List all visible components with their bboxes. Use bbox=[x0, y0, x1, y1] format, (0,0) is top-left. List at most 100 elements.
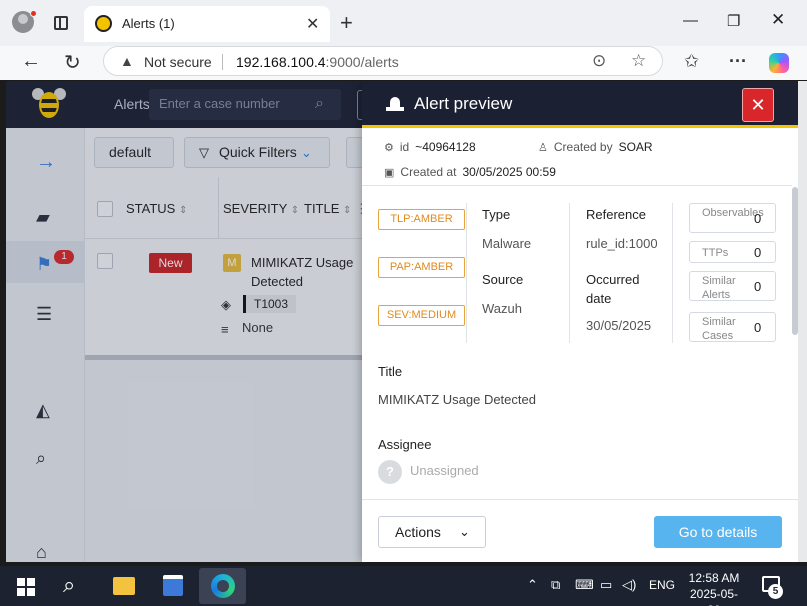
quick-filters-label: Quick Filters bbox=[219, 144, 297, 160]
row-checkbox[interactable] bbox=[97, 253, 113, 269]
favorites-list-icon[interactable]: ✩ bbox=[684, 51, 699, 72]
cases-briefcase-icon[interactable]: ▰ bbox=[36, 207, 50, 228]
reference-label: Reference bbox=[586, 207, 646, 222]
browser-tab[interactable]: Alerts (1) ✕ bbox=[84, 6, 330, 42]
actions-label: Actions bbox=[395, 524, 441, 540]
case-search-input[interactable] bbox=[159, 96, 309, 111]
default-filter-button[interactable]: default bbox=[94, 137, 174, 168]
dashboards-chart-icon[interactable]: ◭ bbox=[36, 400, 50, 421]
start-tile bbox=[17, 578, 25, 586]
tasks-list-icon[interactable]: ☰ bbox=[36, 304, 52, 325]
minimize-icon[interactable]: — bbox=[683, 12, 698, 29]
file-explorer-icon[interactable] bbox=[113, 577, 135, 595]
tray-app-icon[interactable]: ⧉ bbox=[551, 577, 560, 593]
browser-address-row: ← ↻ ▲ Not secure 192.168.100.4:9000/aler… bbox=[0, 46, 807, 80]
page-scrollbar[interactable] bbox=[798, 81, 807, 562]
meta-divider bbox=[362, 185, 792, 186]
expand-arrow-icon[interactable]: → bbox=[36, 151, 56, 174]
similar-cases-count[interactable]: Similar Cases 0 bbox=[689, 312, 776, 342]
url-host: 192.168.100.4 bbox=[236, 54, 326, 70]
drawer-header: Alert preview ✕ bbox=[362, 81, 798, 128]
organisation-bank-icon[interactable]: ⌂ bbox=[36, 542, 47, 562]
notification-count-badge: 5 bbox=[768, 584, 783, 599]
alert-siren-icon bbox=[386, 97, 404, 111]
tray-keyboard-icon[interactable]: ⌨ bbox=[575, 577, 594, 593]
type-label: Type bbox=[482, 207, 511, 222]
clock-time: 12:58 AM bbox=[688, 571, 740, 585]
reading-options-icon[interactable]: ⊙ bbox=[592, 51, 606, 71]
severity-chip: SEV:MEDIUM bbox=[378, 305, 465, 326]
pap-chip: PAP:AMBER bbox=[378, 257, 465, 278]
bee-logo-icon[interactable] bbox=[32, 86, 66, 122]
go-to-details-button[interactable]: Go to details bbox=[654, 516, 782, 548]
volume-icon[interactable]: ◁) bbox=[622, 577, 636, 593]
language-indicator[interactable]: ENG bbox=[649, 578, 675, 592]
id-label: id bbox=[399, 140, 410, 154]
similar-alerts-count[interactable]: Similar Alerts 0 bbox=[689, 271, 776, 301]
network-icon[interactable]: ▭ bbox=[600, 577, 612, 593]
drawer-close-button[interactable]: ✕ bbox=[742, 88, 774, 122]
sort-icon: ⇕ bbox=[290, 205, 300, 216]
source-value: Wazuh bbox=[482, 301, 522, 316]
id-gear-icon: ⚙ bbox=[384, 142, 394, 154]
edge-browser-icon[interactable] bbox=[211, 574, 235, 598]
column-header-severity[interactable]: SEVERITY ⇕ bbox=[223, 201, 299, 216]
assignee-value[interactable]: Unassigned bbox=[410, 463, 479, 478]
quick-filters-button[interactable]: ▽ Quick Filters ⌄ bbox=[184, 137, 330, 168]
ttps-value: 0 bbox=[754, 245, 762, 260]
drawer-footer: Actions ⌄ Go to details bbox=[362, 499, 798, 562]
search-icon[interactable]: ⌕ bbox=[315, 95, 324, 113]
alert-title-link[interactable]: MIMIKATZ Usage Detected bbox=[251, 253, 366, 291]
calendar-icon: ▣ bbox=[384, 167, 395, 179]
back-arrow-icon[interactable]: ← bbox=[21, 50, 41, 73]
url-text[interactable]: 192.168.100.4:9000/alerts bbox=[236, 54, 399, 70]
type-value: Malware bbox=[482, 236, 532, 251]
start-tile bbox=[17, 588, 25, 596]
column-header-status[interactable]: STATUS ⇕ bbox=[126, 201, 187, 216]
header-nav-alerts[interactable]: Alerts bbox=[114, 96, 150, 112]
similar-alerts-value: 0 bbox=[754, 279, 762, 294]
title-label: Title bbox=[378, 364, 403, 379]
taskbar-search-icon[interactable]: ⌕ bbox=[63, 572, 75, 598]
security-label[interactable]: Not secure bbox=[144, 54, 212, 70]
similar-cases-value: 0 bbox=[754, 320, 762, 335]
tag-badge[interactable]: T1003 bbox=[243, 295, 297, 313]
microsoft-store-icon[interactable] bbox=[163, 575, 183, 596]
favorite-star-icon[interactable]: ☆ bbox=[631, 51, 646, 71]
ttps-count[interactable]: TTPs 0 bbox=[689, 241, 776, 263]
observables-count[interactable]: Observables 0 bbox=[689, 203, 776, 233]
copilot-icon[interactable] bbox=[769, 53, 789, 73]
tag-icon: ◈ bbox=[221, 297, 231, 312]
new-tab-icon[interactable]: + bbox=[340, 10, 353, 36]
tab-close-icon[interactable]: ✕ bbox=[306, 14, 319, 34]
column-title-label: TITLE bbox=[304, 201, 340, 216]
windows-start-icon[interactable] bbox=[17, 578, 35, 596]
taskbar-clock[interactable]: 12:58 AM 2025-05-30 bbox=[684, 570, 744, 606]
actions-button[interactable]: Actions ⌄ bbox=[378, 516, 486, 548]
tab-actions-icon[interactable] bbox=[54, 16, 68, 30]
ttps-label: TTPs bbox=[702, 247, 729, 259]
severity-badge: M bbox=[223, 254, 241, 272]
warning-triangle-icon[interactable]: ▲ bbox=[120, 53, 134, 69]
more-menu-icon[interactable]: ··· bbox=[729, 51, 747, 72]
alert-id-row: ⚙ id ~40964128 bbox=[384, 140, 476, 154]
sidebar: → ▰ ⚑ 1 ☰ ◭ ⌕ ⌂ bbox=[6, 128, 85, 562]
restore-icon[interactable]: ❐ bbox=[727, 12, 740, 30]
title-value: MIMIKATZ Usage Detected bbox=[378, 392, 536, 407]
address-bar[interactable]: ▲ Not secure 192.168.100.4:9000/alerts ⊙… bbox=[103, 46, 663, 76]
status-badge: New bbox=[149, 253, 192, 273]
select-all-checkbox[interactable] bbox=[97, 201, 113, 217]
refresh-icon[interactable]: ↻ bbox=[64, 50, 81, 75]
tray-chevron-up-icon[interactable]: ⌃ bbox=[527, 577, 538, 593]
alerts-count-badge: 1 bbox=[54, 250, 74, 264]
alert-preview-drawer: Alert preview ✕ ⚙ id ~40964128 ♙ Created by… bbox=[362, 81, 798, 562]
url-path: :9000/alerts bbox=[325, 54, 399, 70]
column-divider bbox=[672, 203, 673, 343]
window-close-icon[interactable]: ✕ bbox=[771, 10, 785, 30]
tab-title: Alerts (1) bbox=[122, 16, 175, 31]
column-header-title[interactable]: TITLE ⇕ ⋮ bbox=[304, 201, 368, 217]
sort-icon: ⇕ bbox=[178, 205, 188, 216]
clock-date: 2025-05-30 bbox=[689, 587, 739, 606]
alerts-siren-icon[interactable]: ⚑ bbox=[36, 254, 52, 275]
search-nav-icon[interactable]: ⌕ bbox=[36, 448, 46, 469]
